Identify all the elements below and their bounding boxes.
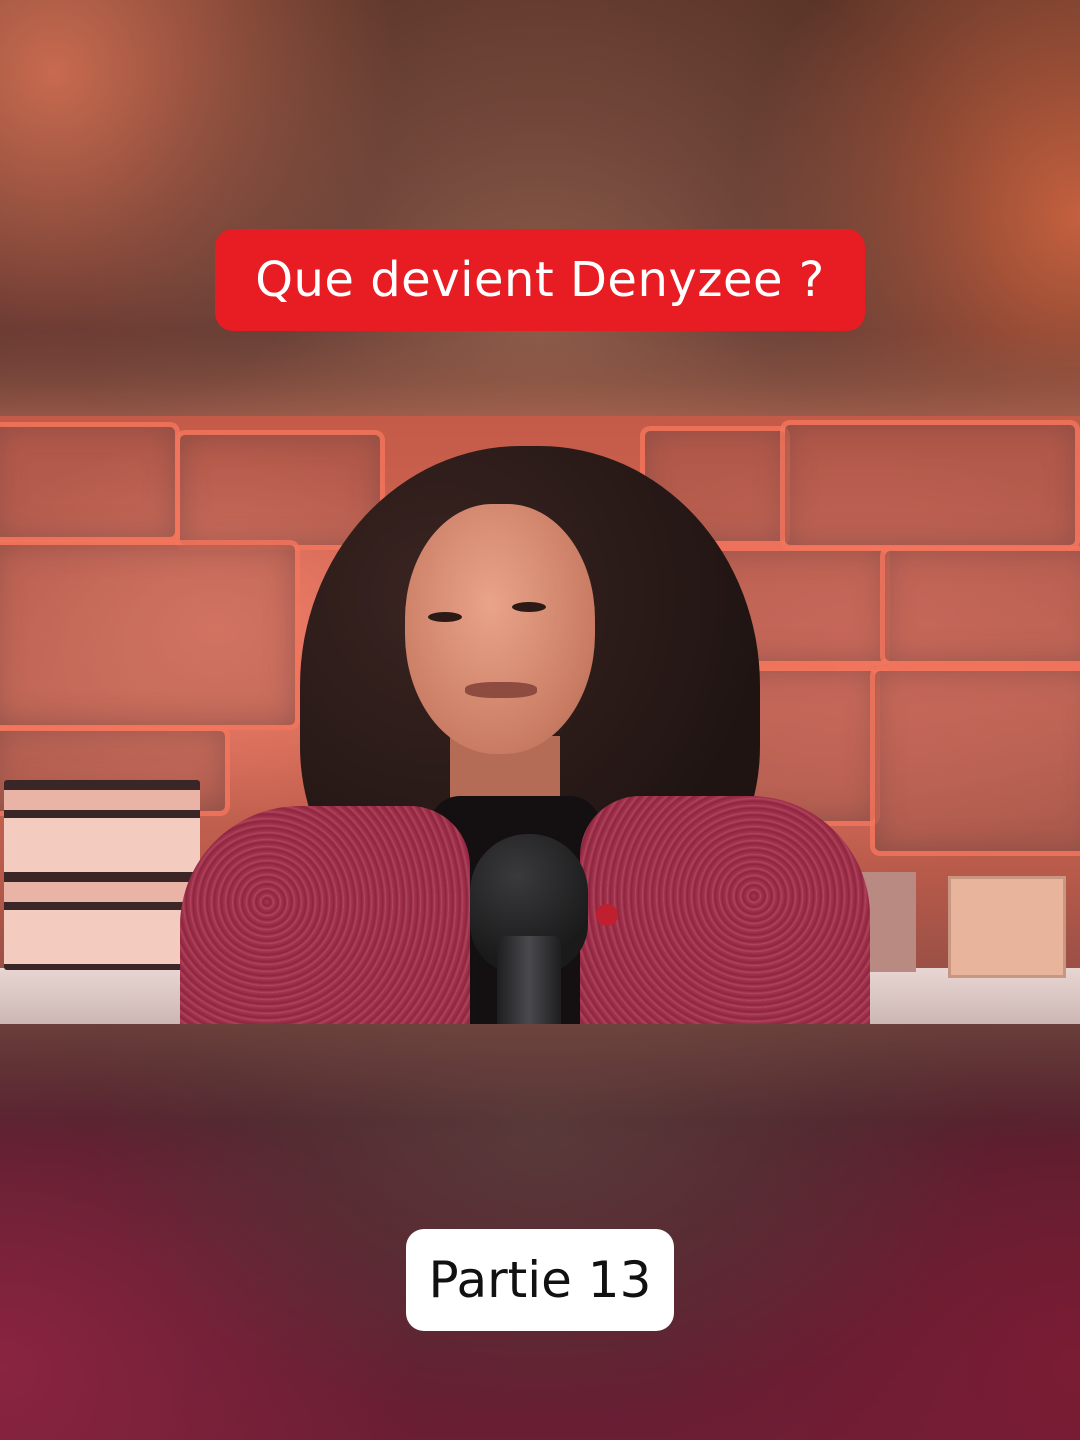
person-eye-left <box>428 612 462 622</box>
person-face <box>405 504 595 754</box>
wall-brick <box>870 666 1080 856</box>
title-text: Que devient Denyzee ? <box>255 252 825 308</box>
microphone-body <box>497 936 561 1024</box>
person-cardigan-right <box>580 796 870 1024</box>
person-cardigan-left <box>180 806 470 1024</box>
video-screen[interactable]: Que devient Denyzee ? Partie 13 <box>0 0 1080 1440</box>
wall-brick <box>880 546 1080 666</box>
wall-brick <box>0 540 300 730</box>
part-label-badge: Partie 13 <box>406 1229 674 1331</box>
person-eye-right <box>512 602 546 612</box>
background-blur-bottom <box>0 1024 1080 1144</box>
video-frame[interactable] <box>0 416 1080 1024</box>
title-banner: Que devient Denyzee ? <box>215 229 865 331</box>
person-mouth <box>465 682 537 698</box>
part-label-text: Partie 13 <box>428 1251 652 1309</box>
wall-brick <box>780 420 1080 550</box>
cardigan-button <box>596 904 618 926</box>
background-blur-top <box>0 330 1080 416</box>
book-stack <box>4 780 200 970</box>
shelf-box <box>948 876 1066 978</box>
wall-brick <box>0 422 180 542</box>
